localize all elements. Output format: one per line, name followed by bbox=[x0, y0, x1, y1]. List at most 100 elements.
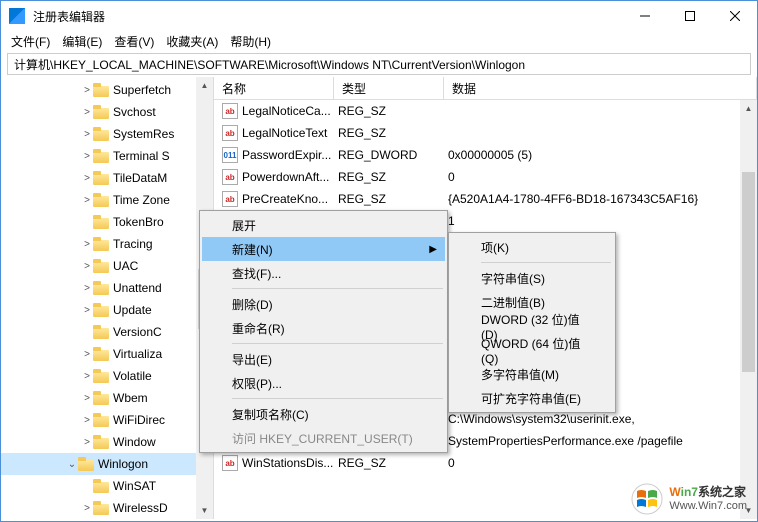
expand-icon[interactable]: > bbox=[81, 85, 93, 96]
scroll-up-icon[interactable]: ▲ bbox=[740, 100, 757, 117]
ctx-delete[interactable]: 删除(D) bbox=[202, 292, 445, 316]
ctx-export[interactable]: 导出(E) bbox=[202, 347, 445, 371]
ctx-new-multistring[interactable]: 多字符串值(M) bbox=[451, 362, 613, 386]
tree-item[interactable]: >Tracing bbox=[1, 233, 213, 255]
folder-icon bbox=[93, 435, 109, 449]
app-icon bbox=[9, 8, 25, 24]
menu-file[interactable]: 文件(F) bbox=[11, 33, 50, 50]
tree-item-label: Terminal S bbox=[113, 149, 170, 163]
expand-icon[interactable]: > bbox=[81, 349, 93, 360]
menu-favorites[interactable]: 收藏夹(A) bbox=[166, 33, 218, 50]
tree-item[interactable]: >Virtualiza bbox=[1, 343, 213, 365]
tree-item[interactable]: WinSAT bbox=[1, 475, 213, 497]
expand-icon[interactable]: > bbox=[81, 239, 93, 250]
tree-item[interactable]: ⌄Winlogon bbox=[1, 453, 213, 475]
expand-icon[interactable]: > bbox=[81, 393, 93, 404]
submenu-arrow-icon: ▶ bbox=[429, 244, 437, 255]
list-row[interactable]: abPowerdownAft...REG_SZ0 bbox=[214, 166, 757, 188]
expand-icon[interactable]: ⌄ bbox=[66, 459, 78, 470]
expand-icon[interactable]: > bbox=[81, 107, 93, 118]
list-row[interactable]: abPreCreateKno...REG_SZ{A520A1A4-1780-4F… bbox=[214, 188, 757, 210]
menu-view[interactable]: 查看(V) bbox=[114, 33, 154, 50]
address-bar[interactable]: 计算机\HKEY_LOCAL_MACHINE\SOFTWARE\Microsof… bbox=[7, 53, 751, 75]
folder-icon bbox=[93, 193, 109, 207]
list-row[interactable]: abLegalNoticeTextREG_SZ bbox=[214, 122, 757, 144]
string-value-icon: ab bbox=[222, 455, 238, 471]
ctx-new-string[interactable]: 字符串值(S) bbox=[451, 266, 613, 290]
ctx-find[interactable]: 查找(F)... bbox=[202, 261, 445, 285]
tree-panel: >Superfetch>Svchost>SystemRes>Terminal S… bbox=[1, 77, 214, 519]
context-menu-new: 项(K) 字符串值(S) 二进制值(B) DWORD (32 位)值(D) QW… bbox=[448, 232, 616, 413]
list-row[interactable]: abLegalNoticeCa...REG_SZ bbox=[214, 100, 757, 122]
cell-data: 0 bbox=[444, 170, 757, 184]
watermark-logo-icon bbox=[631, 483, 663, 515]
tree-item-label: TokenBro bbox=[113, 215, 164, 229]
tree-item[interactable]: >Superfetch bbox=[1, 79, 213, 101]
list-scroll-thumb[interactable] bbox=[742, 172, 755, 372]
list-row[interactable]: 011PasswordExpir...REG_DWORD0x00000005 (… bbox=[214, 144, 757, 166]
folder-icon bbox=[93, 83, 109, 97]
ctx-new[interactable]: 新建(N) ▶ bbox=[202, 237, 445, 261]
ctx-permissions[interactable]: 权限(P)... bbox=[202, 371, 445, 395]
tree-item[interactable]: > Terminal S bbox=[1, 145, 213, 167]
ctx-copy-key-name[interactable]: 复制项名称(C) bbox=[202, 402, 445, 426]
list-row[interactable]: abWinStationsDis...REG_SZ0 bbox=[214, 452, 757, 474]
cell-data: 0 bbox=[444, 456, 757, 470]
menu-edit[interactable]: 编辑(E) bbox=[62, 33, 102, 50]
tree-item-label: SystemRes bbox=[113, 127, 174, 141]
scroll-up-icon[interactable]: ▲ bbox=[196, 77, 213, 94]
tree-item[interactable]: TokenBro bbox=[1, 211, 213, 233]
tree-item[interactable]: >Volatile bbox=[1, 365, 213, 387]
tree-item[interactable]: VersionC bbox=[1, 321, 213, 343]
tree-item[interactable]: >Window bbox=[1, 431, 213, 453]
scroll-down-icon[interactable]: ▼ bbox=[196, 502, 213, 519]
tree-item[interactable]: > WirelessD bbox=[1, 497, 213, 519]
string-value-icon: ab bbox=[222, 191, 238, 207]
tree-item-label: VersionC bbox=[113, 325, 162, 339]
cell-data: C:\Windows\system32\userinit.exe, bbox=[444, 412, 757, 426]
close-button[interactable] bbox=[712, 1, 757, 31]
expand-icon[interactable]: > bbox=[81, 437, 93, 448]
expand-icon[interactable]: > bbox=[81, 283, 93, 294]
expand-icon[interactable]: > bbox=[81, 503, 93, 514]
expand-icon[interactable]: > bbox=[81, 173, 93, 184]
folder-icon bbox=[78, 457, 94, 471]
ctx-new-expandstring[interactable]: 可扩充字符串值(E) bbox=[451, 386, 613, 410]
cell-type: REG_SZ bbox=[334, 170, 444, 184]
menu-help[interactable]: 帮助(H) bbox=[230, 33, 271, 50]
tree-item[interactable]: >Time Zone bbox=[1, 189, 213, 211]
list-scrollbar[interactable]: ▲ ▼ bbox=[740, 100, 757, 519]
tree-item[interactable]: >Wbem bbox=[1, 387, 213, 409]
expand-icon[interactable]: > bbox=[81, 261, 93, 272]
watermark-text: Win7系统之家 Www.Win7.com bbox=[669, 485, 747, 513]
tree-item[interactable]: >Svchost bbox=[1, 101, 213, 123]
expand-icon[interactable]: > bbox=[81, 151, 93, 162]
ctx-new-key[interactable]: 项(K) bbox=[451, 235, 613, 259]
expand-icon[interactable]: > bbox=[81, 415, 93, 426]
ctx-expand[interactable]: 展开 bbox=[202, 213, 445, 237]
expand-icon[interactable]: > bbox=[81, 371, 93, 382]
header-name[interactable]: 名称 bbox=[214, 77, 334, 99]
tree-item-label: WirelessD bbox=[113, 501, 168, 515]
tree-item[interactable]: >TileDataM bbox=[1, 167, 213, 189]
header-type[interactable]: 类型 bbox=[334, 77, 444, 99]
tree-item[interactable]: > SystemRes bbox=[1, 123, 213, 145]
expand-icon[interactable]: > bbox=[81, 305, 93, 316]
tree-item-label: WinSAT bbox=[113, 479, 156, 493]
folder-icon bbox=[93, 259, 109, 273]
folder-icon bbox=[93, 413, 109, 427]
dword-value-icon: 011 bbox=[222, 147, 238, 163]
header-data[interactable]: 数据 bbox=[444, 77, 757, 99]
tree-item[interactable]: >Update bbox=[1, 299, 213, 321]
minimize-button[interactable] bbox=[622, 1, 667, 31]
ctx-new-qword[interactable]: QWORD (64 位)值(Q) bbox=[451, 338, 613, 362]
ctx-rename[interactable]: 重命名(R) bbox=[202, 316, 445, 340]
string-value-icon: ab bbox=[222, 169, 238, 185]
expand-icon[interactable]: > bbox=[81, 129, 93, 140]
ctx-goto-hkcu[interactable]: 访问 HKEY_CURRENT_USER(T) bbox=[202, 426, 445, 450]
tree-item[interactable]: >UAC bbox=[1, 255, 213, 277]
tree-item[interactable]: >Unattend bbox=[1, 277, 213, 299]
tree-item[interactable]: >WiFiDirec bbox=[1, 409, 213, 431]
maximize-button[interactable] bbox=[667, 1, 712, 31]
expand-icon[interactable]: > bbox=[81, 195, 93, 206]
